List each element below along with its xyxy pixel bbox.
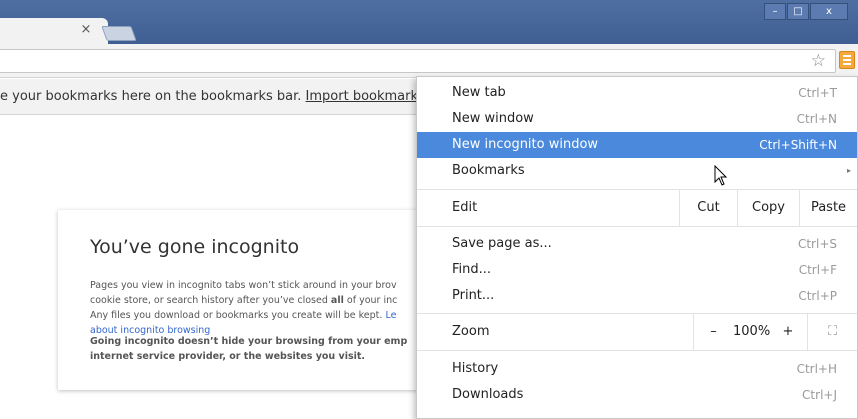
desc-line-3: Any files you download or bookmarks you … [90, 310, 383, 321]
warning-line-1: Going incognito doesn’t hide your browsi… [90, 336, 408, 347]
incognito-description: Pages you view in incognito tabs won’t s… [90, 278, 435, 338]
zoom-level: 100% [733, 324, 771, 339]
menu-item-find[interactable]: Find... Ctrl+F [417, 257, 857, 283]
warning-line-2: internet service provider, or the websit… [90, 351, 366, 362]
desc-bold-all: all [330, 295, 344, 306]
submenu-arrow-icon: ▸ [846, 166, 851, 175]
mouse-pointer-icon [714, 165, 728, 186]
close-window-button[interactable]: x [810, 3, 848, 20]
new-tab-button[interactable] [101, 26, 137, 41]
menu-item-bookmarks[interactable]: Bookmarks ▸ [417, 158, 857, 184]
incognito-warning: Going incognito doesn’t hide your browsi… [90, 334, 435, 364]
menu-row-zoom: Zoom – 100% + ⛶ [417, 314, 857, 350]
menu-separator [417, 226, 857, 227]
menu-item-print[interactable]: Print... Ctrl+P [417, 283, 857, 309]
maximize-button[interactable]: □ [787, 3, 809, 20]
cut-button[interactable]: Cut [679, 190, 737, 226]
desc-line-2b: of your inc [346, 295, 398, 306]
bookmarks-bar-text: e your bookmarks here on the bookmarks b… [0, 89, 302, 104]
browser-tab[interactable]: × [0, 18, 108, 44]
chrome-menu-button[interactable] [839, 51, 855, 69]
bookmarks-bar-message: e your bookmarks here on the bookmarks b… [0, 89, 418, 104]
incognito-info-card: You’ve gone incognito Pages you view in … [58, 210, 438, 390]
desc-line-1: Pages you view in incognito tabs won’t s… [90, 280, 397, 291]
copy-button[interactable]: Copy [737, 190, 799, 226]
page-title: You’ve gone incognito [90, 236, 300, 258]
import-bookmarks-link[interactable]: Import bookmark [306, 89, 418, 104]
paste-button[interactable]: Paste [799, 190, 857, 226]
menu-item-new-incognito-window[interactable]: New incognito window Ctrl+Shift+N [417, 132, 857, 158]
menu-row-edit: Edit Cut Copy Paste [417, 190, 857, 226]
menu-item-new-window[interactable]: New window Ctrl+N [417, 106, 857, 132]
bookmark-star-icon[interactable]: ☆ [811, 49, 826, 73]
browser-toolbar: ☆ [0, 44, 858, 78]
fullscreen-icon[interactable]: ⛶ [807, 314, 857, 350]
learn-more-link[interactable]: Le [385, 310, 396, 321]
chrome-main-menu: New tab Ctrl+T New window Ctrl+N New inc… [416, 76, 858, 419]
zoom-out-button[interactable]: – [693, 314, 733, 350]
desc-line-2: cookie store, or search history after yo… [90, 295, 328, 306]
window-controls: – □ x [764, 3, 848, 20]
zoom-in-button[interactable]: + [769, 314, 807, 350]
minimize-button[interactable]: – [764, 3, 786, 20]
window-titlebar: × – □ x [0, 0, 858, 44]
tab-close-icon[interactable]: × [78, 22, 94, 38]
menu-item-new-tab[interactable]: New tab Ctrl+T [417, 80, 857, 106]
menu-item-save-page[interactable]: Save page as... Ctrl+S [417, 231, 857, 257]
menu-item-history[interactable]: History Ctrl+H [417, 356, 857, 382]
menu-separator [417, 350, 857, 351]
address-bar[interactable] [0, 49, 836, 73]
menu-item-downloads[interactable]: Downloads Ctrl+J [417, 382, 857, 408]
